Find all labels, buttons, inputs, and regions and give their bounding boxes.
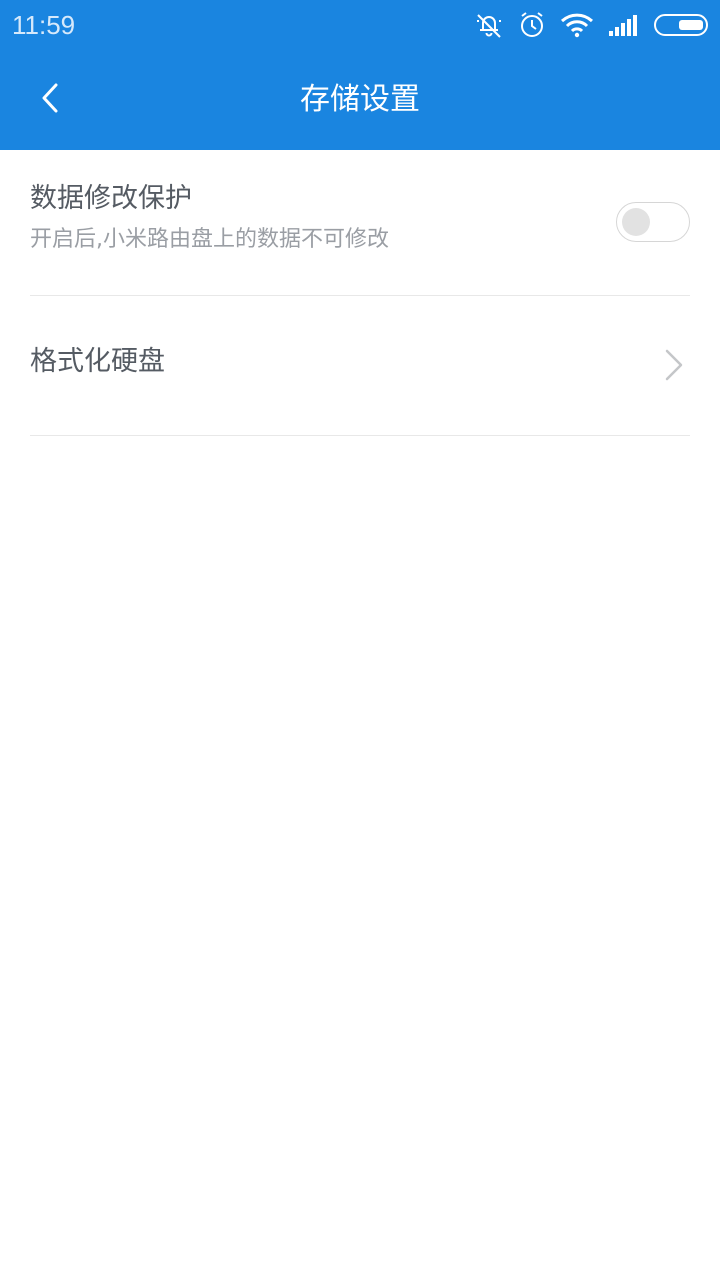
app-bar: 存储设置 [0, 50, 720, 150]
signal-icon [608, 13, 640, 37]
setting-row-data-protection: 数据修改保护 开启后,小米路由盘上的数据不可修改 [30, 150, 690, 296]
status-time: 11:59 [12, 10, 76, 40]
setting-title: 格式化硬盘 [30, 346, 165, 377]
back-button[interactable] [22, 72, 78, 128]
chevron-right-icon [662, 348, 686, 382]
alarm-icon [518, 10, 546, 40]
battery-icon [654, 13, 710, 37]
setting-subtitle: 开启后,小米路由盘上的数据不可修改 [30, 227, 389, 252]
data-protection-toggle[interactable] [616, 202, 690, 242]
chevron-left-icon [40, 82, 60, 118]
setting-row-format-disk[interactable]: 格式化硬盘 [30, 296, 690, 436]
mute-icon [474, 10, 504, 40]
settings-list: 数据修改保护 开启后,小米路由盘上的数据不可修改 格式化硬盘 [30, 150, 690, 436]
status-icons [474, 8, 710, 42]
page-title: 存储设置 [300, 82, 420, 117]
status-bar: 11:59 [0, 0, 720, 50]
wifi-icon [560, 12, 594, 38]
toggle-knob [622, 208, 650, 236]
screen: 11:59 存储设置 数据修改保护 开启后,小米路由盘上的数据不可修改 格式化硬… [0, 0, 720, 1280]
setting-title: 数据修改保护 [30, 183, 192, 214]
